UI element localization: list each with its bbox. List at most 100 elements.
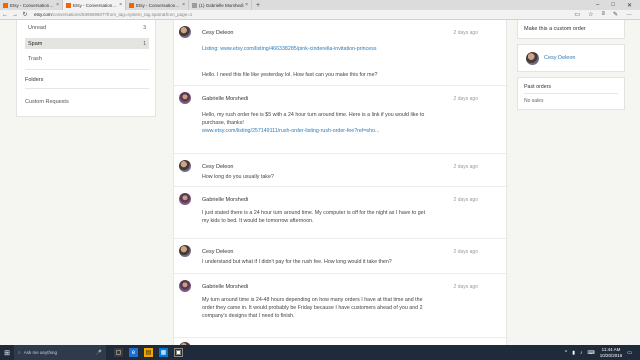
sidebar-item-label: Unread xyxy=(28,25,47,31)
clock[interactable]: 11:44 AM 10/20/2016 xyxy=(600,347,623,358)
avatar[interactable] xyxy=(179,193,191,205)
message-time: 2 days ago xyxy=(453,30,478,36)
message-text: My turn around time is 24-48 hours depen… xyxy=(202,297,423,303)
message-time: 2 days ago xyxy=(453,96,478,102)
sender-name[interactable]: Cesy Deleon xyxy=(202,164,234,170)
tab-label: (1) Gabrielle Morshedi xyxy=(199,2,244,8)
url-path: /conversations/569589807?from_tag=system… xyxy=(51,12,193,17)
past-orders-heading: Past orders xyxy=(524,84,552,90)
sender-name[interactable]: Cesy Deleon xyxy=(202,30,234,36)
volume-icon[interactable]: ♪ xyxy=(580,350,583,356)
avatar[interactable] xyxy=(179,160,191,172)
close-window-icon[interactable]: ✕ xyxy=(627,2,632,9)
search-placeholder: Ask me anything xyxy=(23,350,57,355)
close-tab-icon[interactable]: × xyxy=(56,2,59,8)
back-icon[interactable]: ← xyxy=(0,12,10,18)
clock-date: 10/20/2016 xyxy=(599,352,623,358)
sender-name[interactable]: Gabrielle Morshedi xyxy=(202,197,248,203)
new-tab-icon[interactable]: + xyxy=(256,2,260,9)
message-text: order they came in. It would probably be… xyxy=(202,305,423,311)
microphone-icon[interactable]: 🎤 xyxy=(96,350,102,356)
note-icon[interactable]: ✎ xyxy=(613,11,618,18)
reading-view-icon[interactable]: ▭ xyxy=(574,11,580,18)
network-icon[interactable]: ▮ xyxy=(572,350,575,356)
chevron-up-icon[interactable]: ^ xyxy=(565,350,567,356)
sidebar-item-label: Spam xyxy=(28,40,43,47)
message: Cesy Deleon 2 days ago I understand but … xyxy=(174,239,508,274)
avatar[interactable] xyxy=(179,26,191,38)
sender-name[interactable]: Gabrielle Morshedi xyxy=(202,96,248,102)
message-text: company's designs that I need to finish. xyxy=(202,313,295,319)
message: Cesy Deleon 2 days ago Listing: www.etsy… xyxy=(174,20,508,86)
avatar[interactable] xyxy=(179,92,191,104)
contact-card: Cesy Deleon xyxy=(517,44,625,72)
task-view-icon[interactable]: ▢ xyxy=(114,348,123,357)
rush-order-link[interactable]: www.etsy.com/listing/257149111/rush-orde… xyxy=(202,127,492,135)
file-explorer-icon[interactable]: ▤ xyxy=(144,348,153,357)
edge-browser-icon[interactable]: e xyxy=(129,348,138,357)
address-bar-row: ← → ↻ etsy.com/conversations/569589807?f… xyxy=(0,10,640,20)
notifications-icon[interactable]: ▭ xyxy=(627,350,632,356)
forward-icon[interactable]: → xyxy=(10,12,20,18)
message-text: my kids to bed. It would be tomorrow aft… xyxy=(202,218,314,224)
close-tab-icon[interactable]: × xyxy=(245,2,248,8)
message xyxy=(174,338,508,345)
browser-tab-active[interactable]: Etsy - Conversations - P × xyxy=(63,0,126,10)
sender-name[interactable]: Cesy Deleon xyxy=(202,249,234,255)
sidebar-item-spam[interactable]: Spam 1 xyxy=(25,38,149,49)
more-icon[interactable]: … xyxy=(626,11,632,18)
spam-count: 1 xyxy=(143,40,146,47)
store-icon[interactable]: ▦ xyxy=(159,348,168,357)
refresh-icon[interactable]: ↻ xyxy=(20,11,30,18)
divider xyxy=(25,69,149,70)
browser-tab-bar: Etsy - Conversations - Pick × Etsy - Con… xyxy=(0,0,640,10)
message: Gabrielle Morshedi 2 days ago I just sta… xyxy=(174,187,508,239)
sidebar-item-trash[interactable]: Trash xyxy=(25,56,45,62)
favorite-star-icon[interactable]: ☆ xyxy=(588,11,593,18)
system-tray: ^ ▮ ♪ ⌨ 11:44 AM 10/20/2016 ▭ xyxy=(565,347,640,358)
message-time: 2 days ago xyxy=(453,164,478,170)
tab-label: Etsy - Conversations - Pick xyxy=(10,2,55,8)
close-tab-icon[interactable]: × xyxy=(182,2,185,8)
avatar[interactable] xyxy=(179,245,191,257)
message-text: I understand but what if I didn't pay fo… xyxy=(202,259,392,265)
browser-tab[interactable]: (1) Gabrielle Morshedi × xyxy=(189,0,252,10)
message: Cesy Deleon 2 days ago How long do you u… xyxy=(174,154,508,187)
message-text: purchase, thanks! xyxy=(202,120,244,126)
message-text: Hello. I need this file like yesterday l… xyxy=(202,72,378,78)
avatar[interactable] xyxy=(526,52,539,65)
sender-name[interactable]: Gabrielle Morshedi xyxy=(202,284,248,290)
close-tab-icon[interactable]: × xyxy=(119,2,122,8)
search-icon: ○ xyxy=(18,350,21,355)
contact-name[interactable]: Cesy Deleon xyxy=(544,55,576,61)
app-icon[interactable]: ▣ xyxy=(174,348,183,357)
custom-order-button[interactable]: Make this a custom order xyxy=(524,26,616,32)
divider xyxy=(524,93,618,94)
hub-icon[interactable]: ≡ xyxy=(601,11,605,18)
avatar[interactable] xyxy=(179,280,191,292)
mailbox-sidebar: Unread 3 Spam 1 Trash Folders Custom Req… xyxy=(16,20,156,117)
browser-tab[interactable]: Etsy - Conversations - Pick × xyxy=(0,0,63,10)
listing-link[interactable]: Listing: www.etsy.com/listing/466338285/… xyxy=(202,45,492,53)
windows-start-icon[interactable]: ⊞ xyxy=(0,345,14,360)
tab-label: Etsy - Conversations - Gabr xyxy=(136,2,181,8)
taskbar-search-box[interactable]: ○ Ask me anything 🎤 xyxy=(14,345,106,360)
url-host: etsy.com xyxy=(34,12,52,17)
custom-requests-link[interactable]: Custom Requests xyxy=(25,99,69,105)
maximize-icon[interactable]: □ xyxy=(611,2,615,9)
past-orders-box: Past orders No sales xyxy=(517,77,625,110)
minimize-icon[interactable]: – xyxy=(596,2,599,9)
url-field[interactable]: etsy.com/conversations/569589807?from_ta… xyxy=(34,12,574,17)
etsy-favicon-icon xyxy=(66,2,71,8)
message-time: 2 days ago xyxy=(453,197,478,203)
browser-tab[interactable]: Etsy - Conversations - Gabr × xyxy=(126,0,189,10)
message-text: Hello, my rush order fee is $5 with a 24… xyxy=(202,112,425,118)
message-time: 2 days ago xyxy=(453,249,478,255)
sidebar-item-unread[interactable]: Unread 3 xyxy=(25,25,149,31)
message-text: How long do you usually take? xyxy=(202,174,274,180)
message-time: 2 days ago xyxy=(453,284,478,290)
etsy-favicon-icon xyxy=(129,2,134,8)
page-content: Unread 3 Spam 1 Trash Folders Custom Req… xyxy=(0,20,640,345)
keyboard-icon[interactable]: ⌨ xyxy=(588,350,595,356)
unread-count: 3 xyxy=(143,25,146,31)
